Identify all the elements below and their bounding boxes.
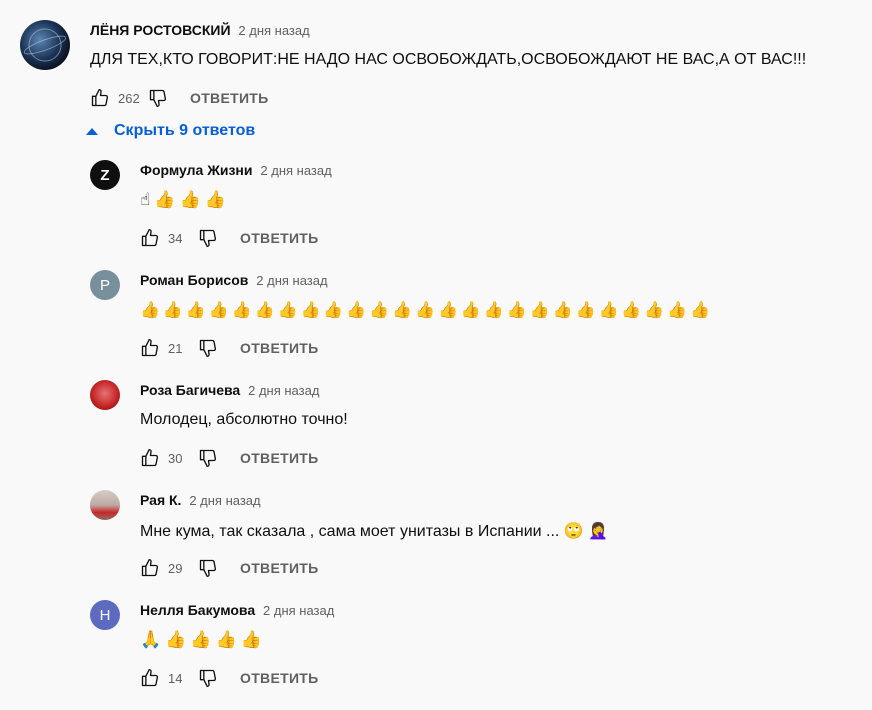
avatar[interactable]: H [90, 600, 120, 630]
author-name[interactable]: Формула Жизни [140, 162, 253, 178]
comment-text: ☝👍👍👍 [140, 190, 230, 210]
like-count: 34 [168, 230, 183, 246]
comment-actions: 262 ОТВЕТИТЬ [90, 86, 269, 110]
like-count: 30 [168, 450, 183, 466]
author-name[interactable]: Роман Борисов [140, 272, 248, 288]
thumb-up-icon[interactable] [140, 228, 160, 248]
author-name[interactable]: ЛЁНЯ РОСТОВСКИЙ [90, 22, 231, 38]
avatar[interactable] [90, 490, 120, 520]
thumb-down-icon[interactable] [198, 338, 218, 358]
comment-time[interactable]: 2 дня назад [256, 273, 327, 288]
like-count: 21 [168, 340, 183, 356]
thumb-up-icon[interactable] [140, 448, 160, 468]
comment-text-content: Мне кума, так сказала , сама моет унитаз… [140, 523, 560, 540]
emoji-text: 🙄 🤦‍♀️ [563, 523, 609, 540]
emoji-text: 👍👍👍👍👍👍👍👍👍👍👍👍👍👍👍👍👍👍👍👍👍👍👍👍👍 [140, 302, 714, 319]
comment-time[interactable]: 2 дня назад [248, 383, 319, 398]
thumb-down-icon[interactable] [198, 668, 218, 688]
thumb-up-icon[interactable] [140, 338, 160, 358]
comment-time[interactable]: 2 дня назад [260, 163, 331, 178]
comment-header: Формула Жизни 2 дня назад [140, 162, 332, 178]
comment-header: Рая К. 2 дня назад [140, 492, 261, 508]
reply-button[interactable]: ОТВЕТИТЬ [240, 670, 319, 686]
reply-button[interactable]: ОТВЕТИТЬ [240, 340, 319, 356]
reply-button[interactable]: ОТВЕТИТЬ [240, 560, 319, 576]
emoji-text: 🙏👍👍👍👍 [140, 630, 266, 649]
comment-header: ЛЁНЯ РОСТОВСКИЙ 2 дня назад [90, 22, 310, 38]
comment-text: 👍👍👍👍👍👍👍👍👍👍👍👍👍👍👍👍👍👍👍👍👍👍👍👍👍 [140, 300, 713, 320]
comment-actions: 14 ОТВЕТИТЬ [140, 666, 319, 690]
comment-actions: 30 ОТВЕТИТЬ [140, 446, 319, 470]
triangle-up-icon [86, 127, 98, 135]
hide-replies-label: Скрыть 9 ответов [114, 122, 256, 139]
comment-time[interactable]: 2 дня назад [263, 603, 334, 618]
comment-actions: 29 ОТВЕТИТЬ [140, 556, 319, 580]
like-count: 14 [168, 670, 183, 686]
comment-time[interactable]: 2 дня назад [189, 493, 260, 508]
emoji-text: ☝👍👍👍 [140, 190, 230, 209]
comment-actions: 21 ОТВЕТИТЬ [140, 336, 319, 360]
thumb-down-icon[interactable] [198, 448, 218, 468]
thumb-up-icon[interactable] [90, 88, 110, 108]
comment-text: ДЛЯ ТЕХ,КТО ГОВОРИТ:НЕ НАДО НАС ОСВОБОЖД… [90, 51, 807, 68]
comment-header: Роман Борисов 2 дня назад [140, 272, 328, 288]
avatar[interactable]: P [90, 270, 120, 300]
author-name[interactable]: Роза Багичева [140, 382, 240, 398]
comment-text: Молодец, абсолютно точно! [140, 411, 348, 428]
comment-header: Нелля Бакумова 2 дня назад [140, 602, 334, 618]
thumb-down-icon[interactable] [148, 88, 168, 108]
author-name[interactable]: Нелля Бакумова [140, 602, 255, 618]
like-count: 29 [168, 560, 183, 576]
planet-icon [23, 28, 67, 62]
comment-actions: 34 ОТВЕТИТЬ [140, 226, 319, 250]
thumb-down-icon[interactable] [198, 558, 218, 578]
comment-text: 🙏👍👍👍👍 [140, 630, 266, 650]
thumb-up-icon[interactable] [140, 558, 160, 578]
comment-time[interactable]: 2 дня назад [238, 23, 309, 38]
avatar[interactable]: Z [90, 160, 120, 190]
hide-replies-button[interactable]: Скрыть 9 ответов [86, 122, 255, 140]
reply-button[interactable]: ОТВЕТИТЬ [190, 90, 269, 106]
reply-button[interactable]: ОТВЕТИТЬ [240, 230, 319, 246]
avatar[interactable] [20, 20, 70, 70]
reply-button[interactable]: ОТВЕТИТЬ [240, 450, 319, 466]
comment-header: Роза Багичева 2 дня назад [140, 382, 319, 398]
comment-text: Мне кума, так сказала , сама моет унитаз… [140, 521, 608, 541]
thumb-down-icon[interactable] [198, 228, 218, 248]
avatar[interactable] [90, 380, 120, 410]
thumb-up-icon[interactable] [140, 668, 160, 688]
like-count: 262 [118, 90, 140, 106]
author-name[interactable]: Рая К. [140, 492, 181, 508]
